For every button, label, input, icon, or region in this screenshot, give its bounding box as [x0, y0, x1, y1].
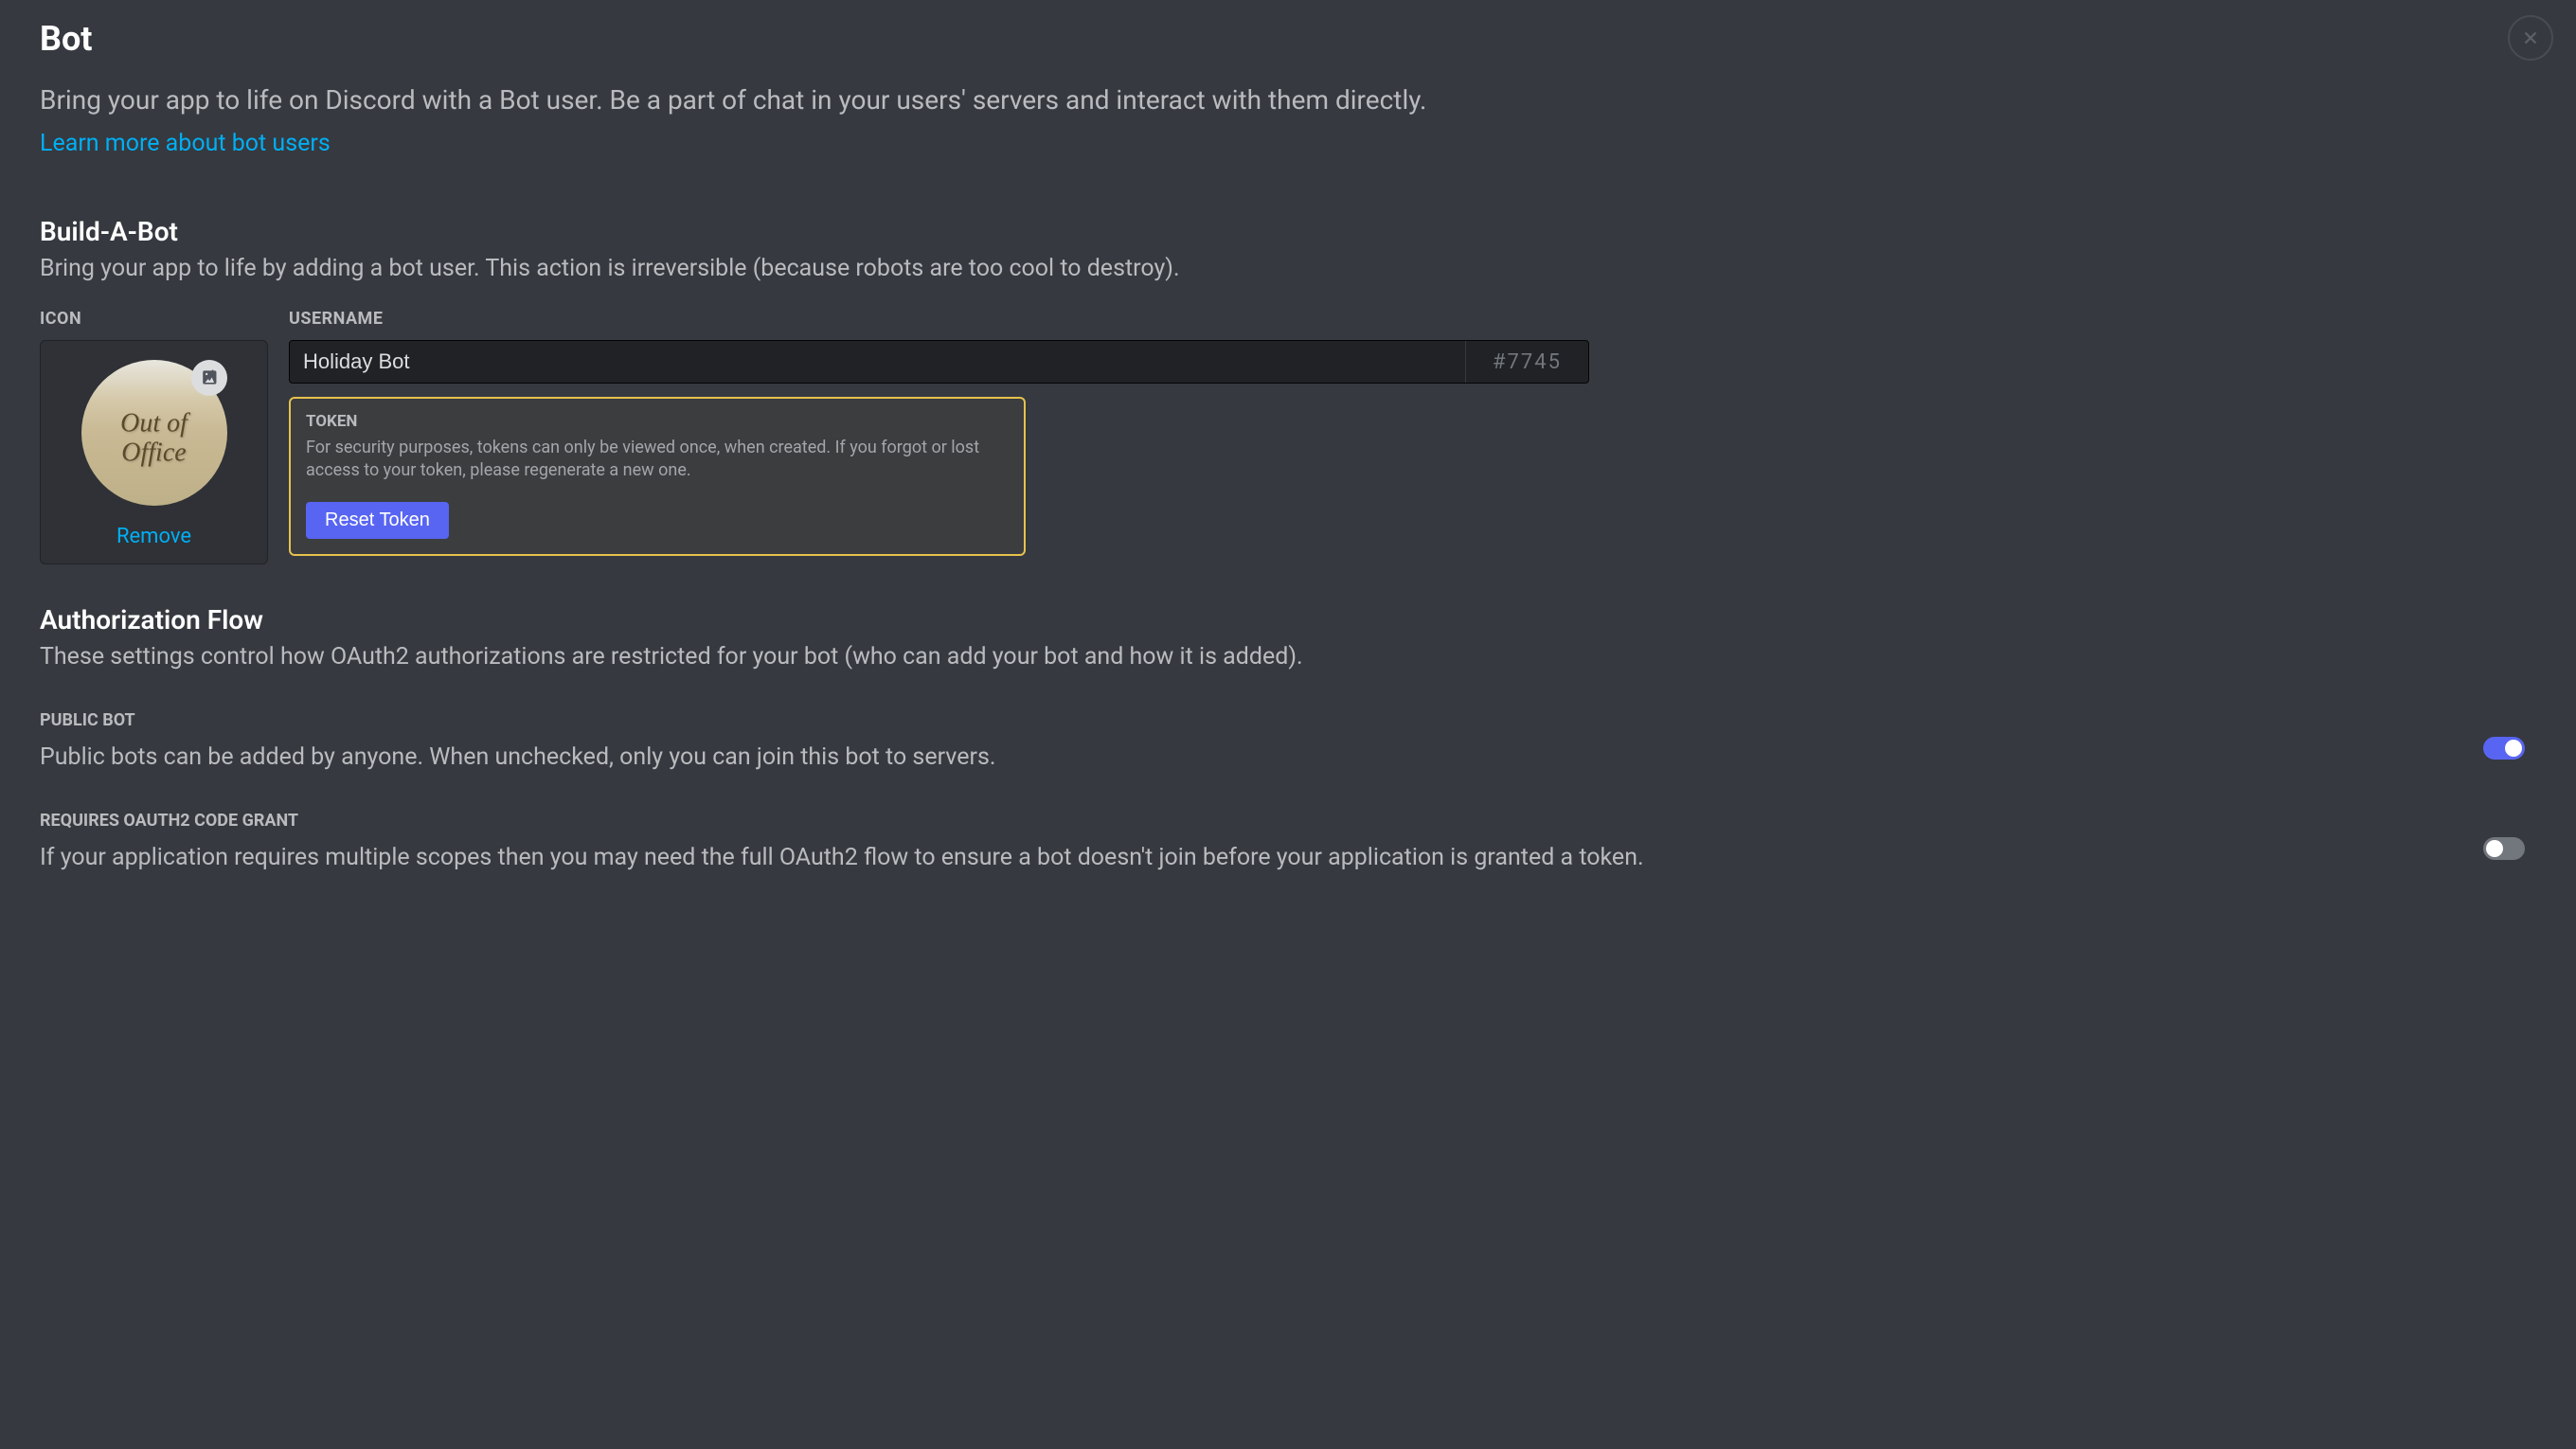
username-column: USERNAME #7745 TOKEN For security purpos… — [289, 309, 1589, 564]
authorization-section: Authorization Flow These settings contro… — [40, 604, 2536, 871]
oauth-grant-description: If your application requires multiple sc… — [40, 844, 2483, 871]
toggle-knob — [2505, 740, 2522, 757]
oauth-grant-content: REQUIRES OAUTH2 CODE GRANT If your appli… — [40, 811, 2483, 871]
oauth-grant-label: REQUIRES OAUTH2 CODE GRANT — [40, 811, 2483, 831]
avatar-wrapper: Out of Office — [81, 360, 227, 506]
public-bot-toggle[interactable] — [2483, 737, 2525, 760]
authorization-title: Authorization Flow — [40, 604, 2536, 635]
learn-more-link[interactable]: Learn more about bot users — [40, 130, 331, 157]
bot-config-row: ICON Out of Office Remove USERNAME #7745… — [40, 309, 2536, 564]
token-box: TOKEN For security purposes, tokens can … — [289, 397, 1026, 556]
avatar-text: Out of Office — [117, 410, 190, 469]
page-subtitle: Bring your app to life on Discord with a… — [40, 81, 2536, 118]
icon-upload-box[interactable]: Out of Office Remove — [40, 340, 268, 564]
toggle-knob — [2486, 840, 2503, 857]
close-button[interactable] — [2508, 15, 2553, 61]
reset-token-button[interactable]: Reset Token — [306, 502, 449, 539]
public-bot-content: PUBLIC BOT Public bots can be added by a… — [40, 710, 2483, 771]
page-title: Bot — [40, 19, 2536, 59]
icon-label: ICON — [40, 309, 268, 329]
oauth-grant-toggle[interactable] — [2483, 837, 2525, 860]
token-label: TOKEN — [306, 412, 1009, 431]
authorization-description: These settings control how OAuth2 author… — [40, 643, 2536, 671]
public-bot-row: PUBLIC BOT Public bots can be added by a… — [40, 710, 2536, 771]
oauth-grant-row: REQUIRES OAUTH2 CODE GRANT If your appli… — [40, 811, 2536, 871]
build-a-bot-title: Build-A-Bot — [40, 216, 2536, 247]
public-bot-description: Public bots can be added by anyone. When… — [40, 743, 2483, 771]
username-input[interactable] — [290, 340, 1465, 384]
remove-avatar-link[interactable]: Remove — [116, 525, 191, 548]
public-bot-label: PUBLIC BOT — [40, 710, 2483, 730]
icon-column: ICON Out of Office Remove — [40, 309, 268, 564]
token-description: For security purposes, tokens can only b… — [306, 437, 1009, 481]
upload-image-icon — [191, 360, 227, 396]
username-input-wrapper: #7745 — [289, 340, 1589, 384]
username-label: USERNAME — [289, 309, 1589, 329]
discriminator: #7745 — [1465, 341, 1588, 383]
build-a-bot-description: Bring your app to life by adding a bot u… — [40, 255, 2536, 282]
close-icon — [2520, 27, 2541, 48]
